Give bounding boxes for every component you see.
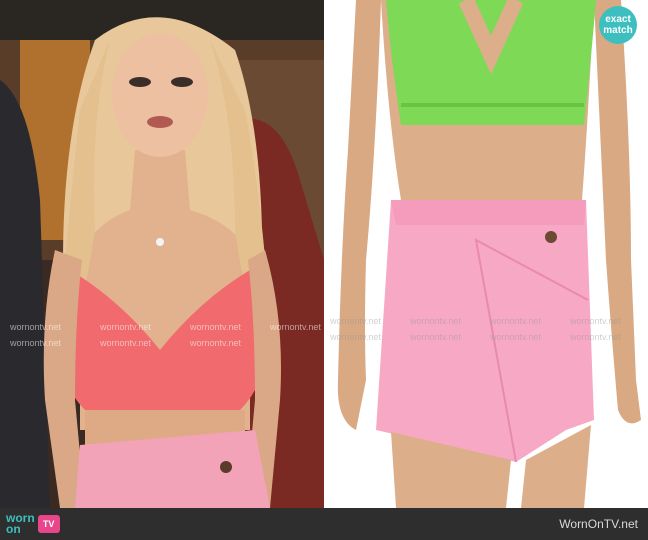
site-name[interactable]: WornOnTV.net [559,517,638,531]
left-photo: wornontv.net wornontv.net wornontv.net w… [0,0,324,508]
right-photo: exact match wornontv.net wornontv.net wo… [326,0,648,508]
badge-line-match: match [603,25,633,36]
badge-line-exact: exact [605,14,631,25]
exact-match-badge: exact match [599,6,637,44]
logo-text: worn on [6,512,35,536]
footer-bar: worn on TV WornOnTV.net [0,508,648,540]
logo-on: on [6,522,21,536]
wornontv-logo[interactable]: worn on TV [6,512,60,536]
left-photo-image [0,0,324,508]
tv-icon: TV [37,515,60,533]
right-photo-image [326,0,648,508]
